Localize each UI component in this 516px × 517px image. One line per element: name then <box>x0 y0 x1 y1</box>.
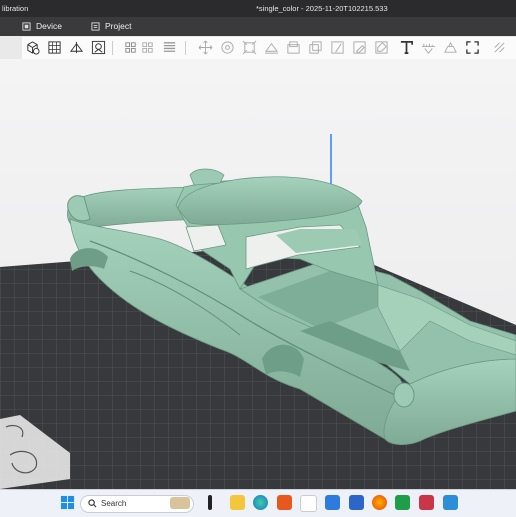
project-icon <box>91 21 100 31</box>
3d-viewport[interactable] <box>0 59 516 489</box>
main-toolbar <box>22 37 516 60</box>
cut-icon[interactable] <box>286 40 301 55</box>
app-f-icon[interactable] <box>277 495 292 510</box>
title-bar: libration *single_color - 2025-11-20T102… <box>0 0 516 17</box>
list-icon[interactable] <box>162 40 177 55</box>
add-object-icon[interactable] <box>25 40 40 55</box>
edge-icon[interactable] <box>253 495 268 510</box>
split-icon[interactable] <box>123 40 138 55</box>
scale-icon[interactable] <box>242 40 257 55</box>
lay-on-face-icon[interactable] <box>264 40 279 55</box>
app-red-icon[interactable] <box>419 495 434 510</box>
support-paint-icon[interactable] <box>330 40 345 55</box>
app-title: libration <box>2 4 29 13</box>
windows-taskbar: Search <box>0 489 516 517</box>
app-cat-icon[interactable] <box>300 495 317 512</box>
taskbar-search[interactable]: Search <box>80 495 194 513</box>
widgets-icon <box>170 497 190 509</box>
text-icon[interactable] <box>399 40 414 55</box>
task-view-icon[interactable] <box>208 495 212 510</box>
rotate-icon[interactable] <box>220 40 235 55</box>
move-icon[interactable] <box>198 40 213 55</box>
auto-arrange-icon[interactable] <box>91 40 106 55</box>
more-tools-icon[interactable] <box>492 40 507 55</box>
build-plate-scene <box>0 134 516 489</box>
fullscreen-icon[interactable] <box>465 40 480 55</box>
tab-bar: Device Project <box>0 17 516 36</box>
tab-device[interactable]: Device <box>22 21 62 31</box>
seam-paint-icon[interactable] <box>352 40 367 55</box>
boolean-icon[interactable] <box>308 40 323 55</box>
layers-icon[interactable] <box>140 40 155 55</box>
measure-icon[interactable] <box>421 40 436 55</box>
excel-icon[interactable] <box>395 495 410 510</box>
assembly-icon[interactable] <box>443 40 458 55</box>
tab-project-label: Project <box>105 21 132 31</box>
file-explorer-icon[interactable] <box>230 495 245 510</box>
document-title: *single_color - 2025-11-20T102215.533 <box>256 4 388 13</box>
color-paint-icon[interactable] <box>374 40 389 55</box>
mail-icon[interactable] <box>349 495 364 510</box>
app-blue2-icon[interactable] <box>443 495 458 510</box>
tab-device-label: Device <box>36 21 62 31</box>
search-icon <box>88 499 97 508</box>
start-icon[interactable] <box>60 495 75 510</box>
search-placeholder: Search <box>101 499 127 508</box>
firefox-icon[interactable] <box>372 495 387 510</box>
orient-icon[interactable] <box>69 40 84 55</box>
tab-project[interactable]: Project <box>91 21 131 31</box>
app-blue-icon[interactable] <box>325 495 340 510</box>
device-icon <box>22 21 31 31</box>
arrange-grid-icon[interactable] <box>47 40 62 55</box>
